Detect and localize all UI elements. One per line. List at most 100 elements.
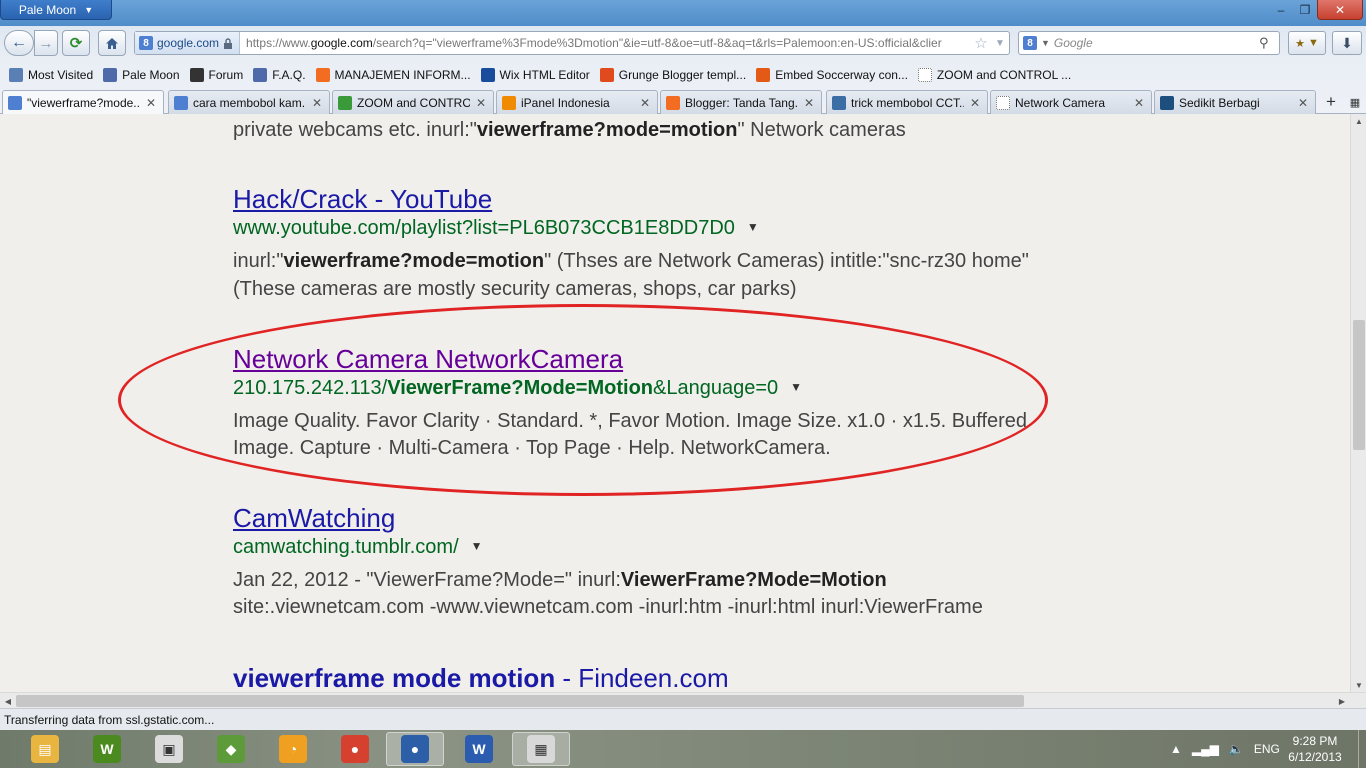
tab[interactable]: "viewerframe?mode... ✕ (2, 90, 164, 115)
bookmark-item[interactable]: F.A.Q. (248, 64, 310, 86)
bookmark-star-icon[interactable]: ☆ (971, 34, 991, 52)
bookmark-item[interactable]: Wix HTML Editor (476, 64, 595, 86)
tab-label: Network Camera (1015, 95, 1106, 110)
taskbar-button[interactable]: W (450, 732, 508, 766)
network-signal-icon[interactable]: ▂▄▆ (1192, 742, 1219, 756)
tab-close-icon[interactable]: ✕ (475, 96, 487, 110)
tab-label: trick membobol CCT... (851, 95, 964, 110)
bookmark-label: Grunge Blogger templ... (618, 68, 747, 82)
url-history-dropdown[interactable]: ▼ (991, 38, 1009, 49)
home-button[interactable] (98, 30, 126, 56)
taskbar-button[interactable]: ◔ (264, 732, 322, 766)
result-options-caret-icon[interactable]: ▼ (790, 380, 802, 394)
search-icon[interactable]: ⚲ (1259, 35, 1279, 51)
result-options-caret-icon[interactable]: ▼ (471, 539, 483, 553)
forward-button[interactable]: → (34, 30, 58, 56)
show-hidden-icons-icon[interactable]: ▲ (1170, 742, 1182, 756)
result-title-camwatching[interactable]: CamWatching (233, 503, 395, 534)
minimize-button[interactable]: – (1270, 0, 1292, 20)
result-title-findeen[interactable]: viewerframe mode motion - Findeen.com (233, 663, 729, 692)
tab-close-icon[interactable]: ✕ (1297, 96, 1309, 110)
tab[interactable]: Blogger: Tanda Tang... ✕ (660, 90, 822, 114)
bookmark-item[interactable]: ZOOM and CONTROL ... (913, 64, 1076, 86)
bookmark-item[interactable]: Forum (185, 64, 249, 86)
tab[interactable]: trick membobol CCT... ✕ (826, 90, 988, 114)
back-button[interactable]: ← (4, 30, 34, 56)
snippet-text: Jan 22, 2012 - "ViewerFrame?Mode=" inurl… (233, 569, 621, 591)
tab[interactable]: ZOOM and CONTRO... ✕ (332, 90, 494, 114)
bookmark-item[interactable]: Most Visited (4, 64, 98, 86)
bookmark-item[interactable]: MANAJEMEN INFORM... (311, 64, 476, 86)
tab[interactable]: cara membobol kam... ✕ (168, 90, 330, 114)
reload-button[interactable]: ⟳ (62, 30, 90, 56)
google-icon (8, 96, 22, 110)
browser-chrome: Pale Moon ▼ – ❐ ✕ ← → ⟳ 8 google.com htt… (0, 0, 1366, 115)
chevron-down-icon[interactable]: ▼ (1041, 38, 1050, 48)
reload-icon: ⟳ (69, 35, 83, 52)
navigation-toolbar: ← → ⟳ 8 google.com https://www.google.co… (0, 26, 1366, 60)
bookmark-item[interactable]: Embed Soccerway con... (751, 64, 913, 86)
result-title-youtube[interactable]: Hack/Crack - YouTube (233, 184, 492, 215)
url-domain: google.com (310, 36, 373, 50)
tab-close-icon[interactable]: ✕ (311, 96, 323, 110)
site-identity-button[interactable]: 8 google.com (135, 32, 241, 54)
tab[interactable]: Sedikit Berbagi ✕ (1154, 90, 1316, 114)
maximize-button[interactable]: ❐ (1294, 0, 1316, 20)
taskbar-button[interactable]: ● (326, 732, 384, 766)
blogger-icon (666, 95, 680, 110)
scroll-up-arrow-icon[interactable]: ▲ (1351, 114, 1366, 128)
horizontal-scroll-thumb[interactable] (16, 695, 1024, 707)
pale-moon-icon: ● (401, 735, 429, 763)
result-url-youtube: www.youtube.com/playlist?list=PL6B073CCB… (233, 217, 759, 240)
blogger-icon (315, 68, 330, 82)
tab-close-icon[interactable]: ✕ (639, 96, 651, 110)
taskbar-button[interactable]: ▤ (16, 732, 74, 766)
taskbar-button[interactable]: ▣ (140, 732, 198, 766)
url-bar[interactable]: 8 google.com https://www.google.com/sear… (134, 31, 1010, 55)
result-title-bold: viewerframe mode motion (233, 663, 556, 692)
result-title-network-camera[interactable]: Network Camera NetworkCamera (233, 344, 623, 375)
result-url-camwatching: camwatching.tumblr.com/ ▼ (233, 536, 483, 559)
tab-label: ZOOM and CONTRO... (357, 95, 470, 110)
vertical-scrollbar[interactable]: ▲ ▼ (1350, 114, 1366, 692)
tab-close-icon[interactable]: ✕ (145, 96, 157, 110)
scroll-right-arrow-icon[interactable]: ▶ (1334, 693, 1350, 709)
scroll-left-arrow-icon[interactable]: ◀ (0, 693, 16, 709)
language-indicator[interactable]: ENG (1254, 742, 1280, 756)
close-button[interactable]: ✕ (1317, 0, 1363, 20)
tab-close-icon[interactable]: ✕ (1133, 96, 1145, 110)
taskbar-button[interactable]: ▦ (512, 732, 570, 766)
tab[interactable]: Network Camera ✕ (990, 90, 1152, 114)
horizontal-scrollbar[interactable]: ◀ ▶ (0, 692, 1366, 708)
vertical-scroll-thumb[interactable] (1353, 320, 1365, 450)
bookmark-item[interactable]: Grunge Blogger templ... (595, 64, 751, 86)
soccerway-icon (756, 68, 771, 82)
new-tab-button[interactable]: + (1320, 92, 1342, 112)
addons-button[interactable]: ★ ▼ (1288, 31, 1326, 55)
loading-icon (338, 95, 352, 110)
tab-close-icon[interactable]: ✕ (969, 96, 981, 110)
show-desktop-button[interactable] (1358, 730, 1366, 768)
snippet-text: " (Thses are Network Cameras) intitle:"s… (544, 250, 1029, 272)
bookmark-item[interactable]: Pale Moon (98, 64, 184, 86)
volume-icon[interactable]: 🔈 (1229, 742, 1244, 756)
taskbar-button[interactable]: ● (386, 732, 444, 766)
taskbar-button[interactable]: W (78, 732, 136, 766)
downloads-button[interactable]: ⬇ (1332, 31, 1362, 55)
search-bar[interactable]: 8 ▼ Google ⚲ (1018, 31, 1280, 55)
search-input[interactable]: Google (1054, 36, 1255, 50)
clock[interactable]: 9:28 PM 6/12/2013 (1282, 733, 1348, 765)
list-all-tabs-button[interactable]: ▦ (1346, 92, 1364, 112)
app-menu-button[interactable]: Pale Moon ▼ (0, 0, 112, 20)
et-icon (599, 68, 614, 82)
addon-star-icon: ★ (1295, 37, 1305, 50)
result-options-caret-icon[interactable]: ▼ (747, 220, 759, 234)
tab[interactable]: iPanel Indonesia ✕ (496, 90, 658, 114)
scroll-down-arrow-icon[interactable]: ▼ (1351, 678, 1366, 692)
google-search-engine-icon[interactable]: 8 (1023, 36, 1037, 50)
tab-close-icon[interactable]: ✕ (803, 96, 815, 110)
bookmark-label: Embed Soccerway con... (775, 68, 908, 82)
taskbar-button[interactable]: ◆ (202, 732, 260, 766)
bookmark-label: Forum (208, 68, 244, 82)
url-input[interactable]: https://www.google.com/search?q="viewerf… (240, 36, 971, 50)
